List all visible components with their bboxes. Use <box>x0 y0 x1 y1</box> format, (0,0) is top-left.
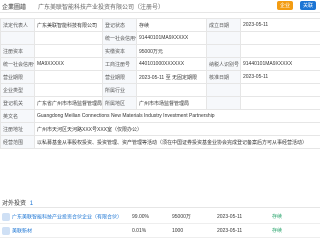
investment-name[interactable]: 美联新材 <box>0 223 130 238</box>
field-label: 所属地区 <box>102 96 137 110</box>
field-label: 登记机关 <box>0 96 35 110</box>
investment-ratio: 99.00% <box>130 210 170 224</box>
divider <box>0 207 320 208</box>
field-label: 统一社会信用代码 <box>0 57 35 71</box>
investment-ratio: 0.01% <box>130 223 170 238</box>
field-value: 95000万元 <box>136 44 207 58</box>
investment-name[interactable]: 广东美联智能科技产业投资合伙企业（有限合伙） <box>0 210 130 224</box>
field-label <box>206 96 241 110</box>
header-label: 企業圖譜 <box>2 5 27 11</box>
investment-row[interactable]: 美联新材 0.01% 1000 2023-05-11 存续 <box>0 223 320 238</box>
info-row: 法定代表人 广东美联智能科技有限公司 登记状态 存续 成立日期 2023-05-11 <box>0 18 320 32</box>
investment-row[interactable]: 广东美联智能科技产业投资合伙企业（有限合伙） 99.00% 95000万 2023-0… <box>0 210 320 224</box>
field-value <box>240 44 320 58</box>
field-label: 企业类型 <box>0 83 35 97</box>
header-bar: 企業圖譜 广东美联智能科技产业投资有限公司（注册号） 企业 关联 <box>0 0 320 13</box>
field-value: 2023-05-11 至 无固定期限 <box>136 70 207 84</box>
field-label <box>0 31 35 45</box>
field-label <box>206 31 241 45</box>
info-row: 注册地址 广州市天河区天河路XXX号XXX室（仅限办公） <box>0 122 320 136</box>
investment-table: 广东美联智能科技产业投资合伙企业（有限合伙） 99.00% 95000万 2023-0… <box>0 210 320 238</box>
badge-related[interactable]: 关联 <box>300 1 317 10</box>
field-value: Guangdong Meilian Connections New Materi… <box>34 109 320 123</box>
field-value: 91440101MA9XXXXX <box>136 31 207 45</box>
info-row: 登记机关 广东省广州市市场监督管理局 所属地区 广州市市场监督管理局 <box>0 96 320 110</box>
field-value: 广州市市场监督管理局 <box>136 96 207 110</box>
info-row: 统一社会信用代码91440101MA9XXXXX <box>0 31 320 45</box>
field-value: 存续 <box>136 18 207 32</box>
field-label: 营业期限 <box>102 70 137 84</box>
field-label: 经营范围 <box>0 135 35 149</box>
company-avatar-icon <box>2 212 10 221</box>
field-value <box>34 83 103 97</box>
info-row: 经营范围 以私募基金从事股权投资、投资管理、资产管理等活动（须在中国证券投资基金业… <box>0 135 320 149</box>
field-label: 纳税人识别号 <box>206 57 241 71</box>
info-row: 统一社会信用代码MA9XXXXX工商注册号440101000XXXXXX纳税人识… <box>0 57 320 71</box>
field-label: 统一社会信用代码 <box>102 31 137 45</box>
field-label: 登记状态 <box>102 18 137 32</box>
info-row: 营业期限 营业期限 2023-05-11 至 无固定期限 核准日期 2023-05-11 <box>0 70 320 84</box>
field-value: 广东美联智能科技有限公司 <box>34 18 103 32</box>
field-value: 广州市天河区天河路XXX号XXX室（仅限办公） <box>34 122 320 136</box>
field-value: MA9XXXXX <box>34 57 103 71</box>
field-label: 成立日期 <box>206 18 241 32</box>
field-label <box>206 83 241 97</box>
field-value <box>240 96 320 110</box>
field-value: 广东省广州市市场监督管理局 <box>34 96 103 110</box>
field-label: 法定代表人 <box>0 18 35 32</box>
investment-link[interactable]: 美联新材 <box>12 228 32 234</box>
investment-date: 2023-05-11 <box>215 223 270 238</box>
field-label: 营业期限 <box>0 70 35 84</box>
field-label: 核准日期 <box>206 70 241 84</box>
investment-date: 2023-05-11 <box>215 210 270 224</box>
company-avatar-icon <box>2 226 10 235</box>
field-label: 英文名 <box>0 109 35 123</box>
investment-status: 存续 <box>270 223 320 238</box>
field-value <box>136 83 207 97</box>
field-value: 440101000XXXXXX <box>136 57 207 71</box>
field-label <box>206 44 241 58</box>
investment-status: 存续 <box>270 210 320 224</box>
field-value <box>240 83 320 97</box>
investment-link[interactable]: 广东美联智能科技产业投资合伙企业（有限合伙） <box>12 214 122 220</box>
field-value: 以私募基金从事股权投资、投资管理、资产管理等活动（须在中国证券投资基金业协会完成… <box>34 135 320 149</box>
field-label: 注册地址 <box>0 122 35 136</box>
info-row: 英文名 Guangdong Meilian Connections New Mat… <box>0 109 320 123</box>
info-row: 注册资本 实缴资本 95000万元 <box>0 44 320 58</box>
field-value: 2023-05-11 <box>240 70 320 84</box>
field-value <box>240 31 320 45</box>
subsection-header: 对外投资 1 <box>2 198 33 207</box>
field-value: 91440101MA9XXXXX <box>240 57 320 71</box>
field-label: 注册资本 <box>0 44 35 58</box>
company-title[interactable]: 广东美联智能科技产业投资有限公司（注册号） <box>38 2 164 11</box>
field-value <box>34 44 103 58</box>
field-label: 实缴资本 <box>102 44 137 58</box>
badge-enterprise[interactable]: 企业 <box>277 1 294 10</box>
field-label: 工商注册号 <box>102 57 137 71</box>
investment-amount: 95000万 <box>170 210 215 224</box>
company-info-table: 法定代表人 广东美联智能科技有限公司 登记状态 存续 成立日期 2023-05-11 统一社… <box>0 18 320 149</box>
field-value <box>34 31 103 45</box>
field-label: 所属行业 <box>102 83 137 97</box>
field-value: 2023-05-11 <box>240 18 320 32</box>
investment-amount: 1000 <box>170 223 215 238</box>
field-value <box>34 70 103 84</box>
info-row: 企业类型 所属行业 <box>0 83 320 97</box>
